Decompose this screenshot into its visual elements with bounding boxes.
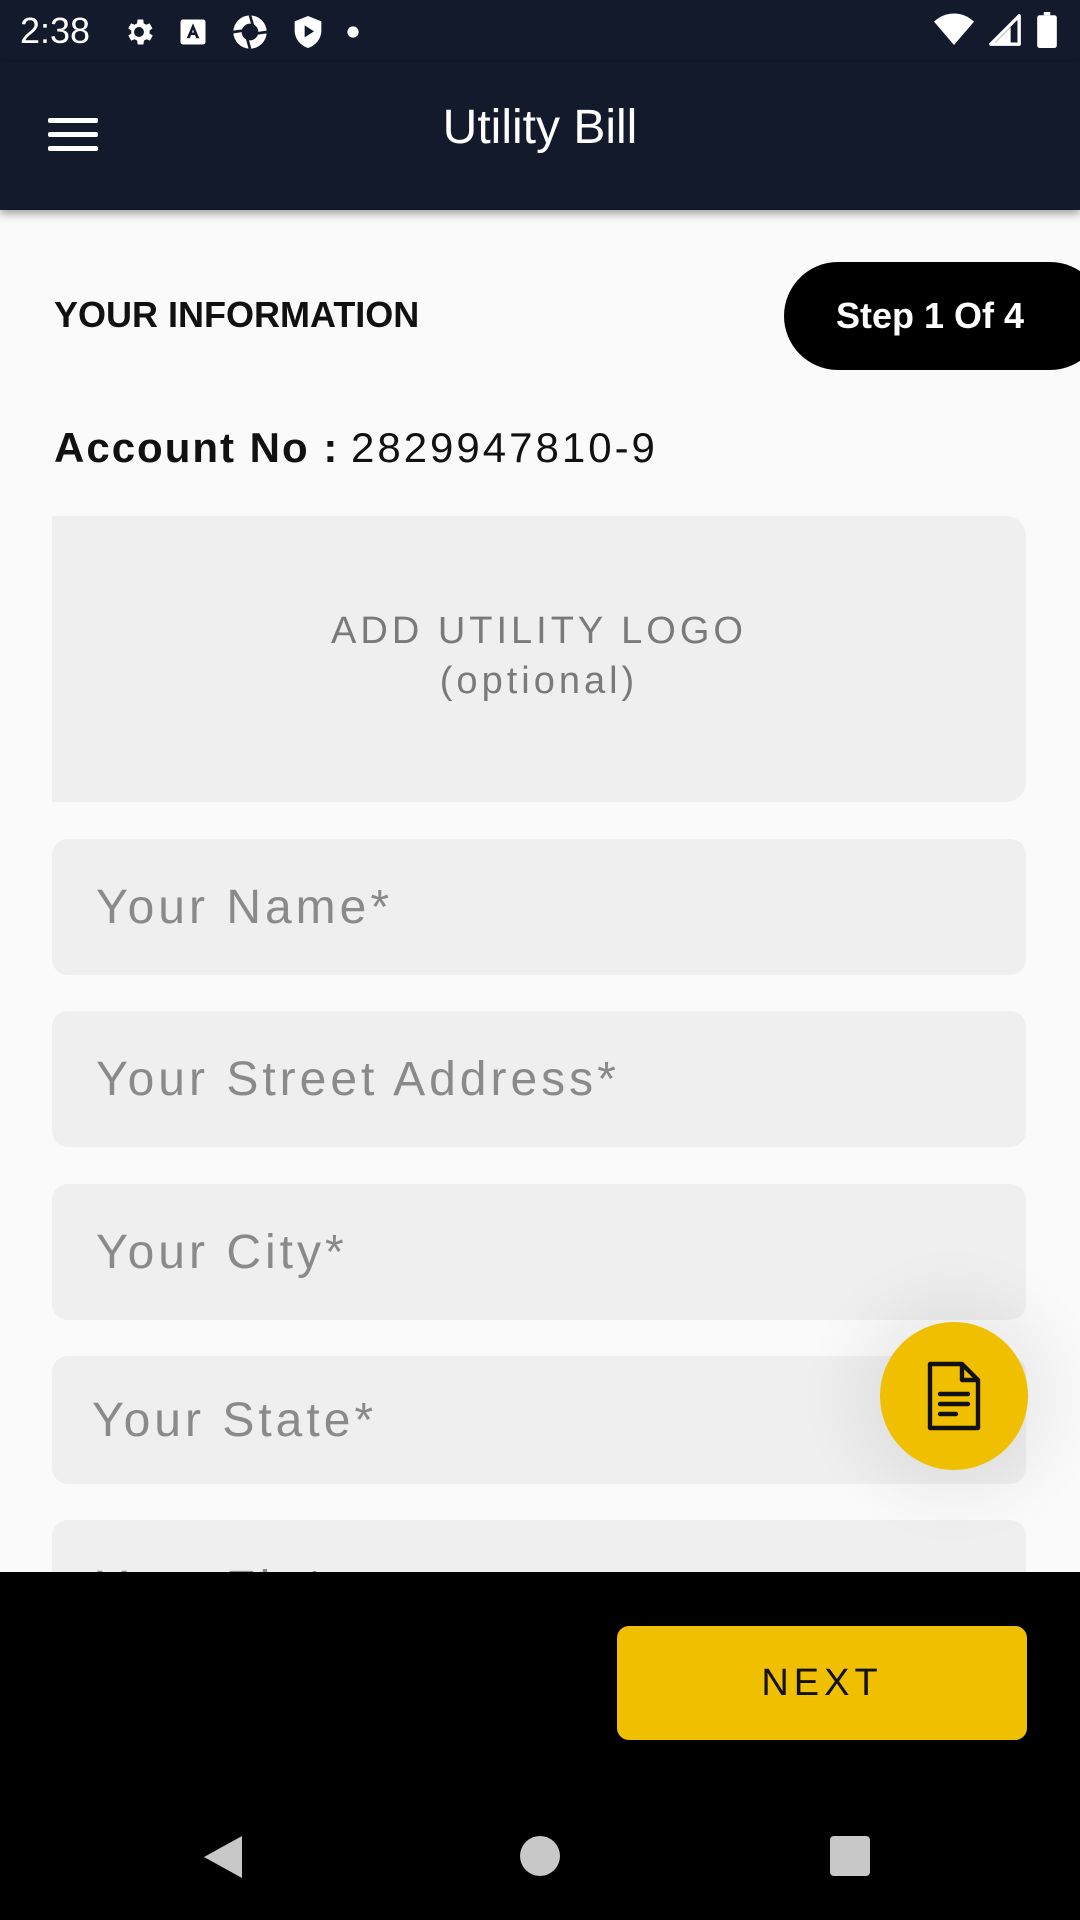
- account-number: 2829947810-9: [350, 424, 658, 471]
- step-indicator: Step 1 Of 4: [784, 262, 1080, 370]
- name-field[interactable]: [52, 839, 1026, 975]
- camera-shutter-icon: [233, 14, 267, 50]
- status-icons-right: [934, 12, 1058, 48]
- status-bar: 2:38: [0, 0, 1080, 62]
- street-field-container: [52, 1011, 1026, 1147]
- home-icon[interactable]: [520, 1836, 560, 1876]
- add-logo-button[interactable]: ADD UTILITY LOGO (optional): [52, 516, 1026, 802]
- recents-icon[interactable]: [830, 1836, 870, 1876]
- font-a-icon: [180, 19, 206, 45]
- wifi-icon: [934, 13, 974, 45]
- signal-icon: [989, 14, 1021, 46]
- document-fab-button[interactable]: [880, 1322, 1028, 1470]
- account-label: Account No :: [54, 424, 340, 471]
- state-field-container: [52, 1356, 1026, 1484]
- document-icon: [927, 1361, 981, 1431]
- city-field[interactable]: [52, 1184, 1026, 1320]
- state-field[interactable]: [52, 1356, 1026, 1484]
- city-field-container: [52, 1184, 1026, 1320]
- add-logo-optional-label: (optional): [439, 660, 639, 702]
- account-row: Account No : 2829947810-9: [54, 424, 658, 472]
- gear-icon: [128, 19, 153, 45]
- dot-icon: [347, 26, 359, 38]
- add-logo-label: ADD UTILITY LOGO: [331, 610, 747, 652]
- back-icon[interactable]: [202, 1834, 244, 1880]
- section-label: YOUR INFORMATION: [54, 294, 420, 335]
- street-address-field[interactable]: [52, 1011, 1026, 1147]
- page-title: Utility Bill: [442, 101, 638, 154]
- name-field-container: [52, 839, 1026, 975]
- app-bar: Utility Bill: [0, 62, 1080, 210]
- battery-icon: [1037, 12, 1057, 48]
- next-button[interactable]: NEXT: [617, 1626, 1027, 1740]
- shield-play-icon: [294, 16, 322, 48]
- status-icons-left: [122, 12, 360, 52]
- status-time: 2:38: [20, 10, 91, 51]
